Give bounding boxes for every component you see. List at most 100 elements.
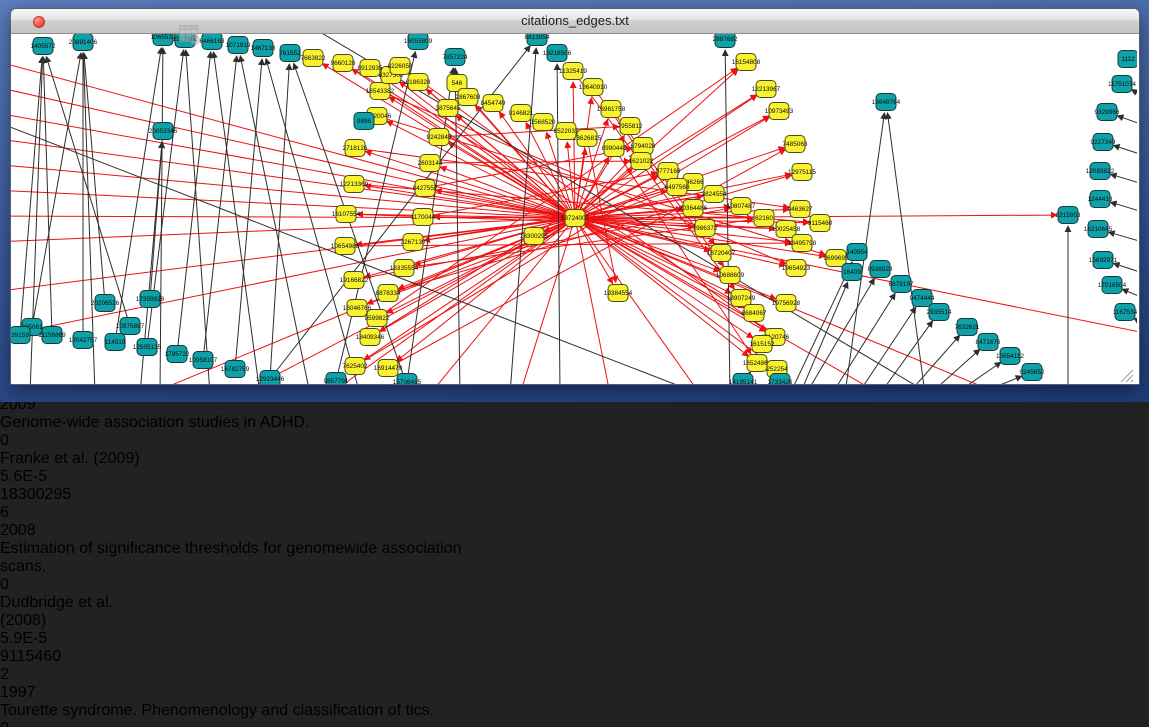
graph-node[interactable]: 12213967 (752, 81, 781, 98)
graph-node[interactable]: 10654112 (996, 348, 1024, 365)
graph-node[interactable]: 7485063 (783, 136, 808, 153)
graph-edge[interactable] (20, 57, 42, 335)
graph-edge[interactable] (1109, 232, 1137, 243)
graph-node[interactable]: 10958107 (189, 352, 218, 369)
graph-node[interactable]: 19218506 (543, 45, 572, 62)
graph-edge[interactable] (235, 59, 262, 369)
graph-node[interactable]: 1112 (1118, 51, 1137, 68)
graph-node[interactable]: 9227349 (1091, 134, 1116, 151)
graph-node[interactable]: 2887682 (713, 34, 738, 48)
graph-edge[interactable] (294, 63, 410, 384)
graph-node[interactable]: 1615152 (750, 336, 775, 353)
graph-node[interactable]: 20206526 (91, 295, 120, 312)
graph-node[interactable]: 8522037 (554, 123, 579, 140)
graph-node[interactable]: 20891406 (69, 34, 98, 51)
graph-edge[interactable] (790, 262, 852, 384)
graph-node[interactable]: 20364486 (679, 200, 708, 217)
table-cell[interactable]: 2008 (0, 522, 75, 540)
graph-node[interactable]: 9245652 (1020, 364, 1045, 381)
graph-node[interactable]: 6794028 (631, 138, 656, 155)
graph-edge[interactable] (887, 113, 925, 384)
table-row[interactable]: 1830029562008Estimation of significance … (0, 486, 1149, 648)
graph-node[interactable]: 12093822 (1086, 163, 1115, 180)
graph-node[interactable]: 761552 (279, 45, 301, 62)
graph-node[interactable]: 8186328 (406, 74, 431, 91)
graph-node[interactable]: 12213369 (340, 176, 369, 193)
graph-node[interactable]: 8427552 (413, 180, 438, 197)
graph-edge[interactable] (1113, 145, 1137, 156)
graph-node[interactable]: 7663822 (301, 50, 326, 67)
graph-edge[interactable] (573, 82, 575, 218)
graph-edge[interactable] (858, 307, 916, 384)
graph-node[interactable]: 62160 (754, 210, 774, 227)
table-cell[interactable]: 1997 (0, 684, 75, 702)
graph-node[interactable]: 10807487 (727, 198, 756, 215)
graph-node[interactable]: 16107554 (332, 206, 361, 223)
graph-node[interactable]: 8226058 (388, 58, 413, 75)
graph-edge[interactable] (1134, 318, 1137, 326)
graph-node[interactable]: 8684067 (742, 305, 767, 322)
graph-edge[interactable] (11, 218, 575, 292)
table-cell[interactable]: 5.9E-5 (0, 630, 94, 648)
graph-node[interactable]: 8938923 (868, 261, 893, 278)
graph-node[interactable]: 1071919 (226, 37, 251, 54)
graph-node[interactable]: 18907249 (727, 290, 756, 307)
graph-edge[interactable] (270, 64, 289, 379)
graph-edge[interactable] (806, 278, 874, 384)
graph-node[interactable]: 1733426 (768, 374, 793, 385)
graph-node[interactable]: 8813054 (525, 34, 550, 46)
network-graph[interactable]: 1872400718300295193845541132541918640910… (11, 34, 1137, 384)
graph-node[interactable]: 16648784 (872, 94, 901, 111)
graph-node[interactable]: 16782759 (221, 361, 250, 378)
table-cell[interactable]: 2 (0, 666, 94, 684)
table-row[interactable]: 911546021997Tourette syndrome. Phenomeno… (0, 648, 1149, 727)
table-cell[interactable]: Franke et al. (2009) (0, 450, 158, 468)
graph-node[interactable]: 16154808 (732, 54, 761, 71)
graph-node[interactable]: 8215953 (1056, 207, 1081, 224)
graph-node[interactable]: 6879197 (889, 276, 914, 293)
graph-node[interactable]: 8878334 (376, 285, 401, 302)
graph-node[interactable]: 18640910 (579, 79, 608, 96)
graph-node[interactable]: 2718126 (343, 140, 368, 157)
graph-node[interactable]: 19756928 (772, 295, 801, 312)
graph-edge[interactable] (213, 52, 260, 384)
table-cell[interactable]: 9115460 (0, 648, 90, 666)
graph-node[interactable]: 1405572 (31, 38, 56, 55)
graph-node[interactable]: 10973493 (765, 103, 794, 120)
graph-node[interactable]: 9660128 (331, 55, 356, 72)
graph-edge[interactable] (930, 349, 980, 384)
table-cell[interactable]: Genome-wide association studies in ADHD. (0, 414, 499, 432)
graph-node[interactable]: 2603144 (418, 155, 443, 172)
graph-edge[interactable] (415, 218, 575, 265)
graph-edge[interactable] (11, 138, 575, 218)
graph-node[interactable]: 18495798 (788, 235, 817, 252)
graph-edge[interactable] (1117, 116, 1137, 126)
graph-node[interactable]: 16335554 (390, 260, 419, 277)
table-cell[interactable]: 6 (0, 504, 94, 522)
graph-node[interactable]: 19166822 (340, 272, 369, 289)
graph-node[interactable]: 7955812 (618, 118, 643, 135)
graph-node[interactable]: 9857791 (324, 373, 349, 385)
graph-edge[interactable] (1111, 202, 1137, 213)
graph-node[interactable]: 7625402 (343, 358, 368, 375)
table-cell[interactable]: 0 (0, 720, 70, 727)
graph-node[interactable]: 16210645 (1084, 221, 1113, 238)
graph-node[interactable]: 1568520 (531, 114, 556, 131)
graph-node[interactable]: 15692971 (1089, 252, 1118, 269)
graph-node[interactable]: 3267130 (401, 234, 426, 251)
network-canvas[interactable]: 1872400718300295193845541132541918640910… (11, 34, 1139, 389)
graph-node[interactable]: 18720407 (707, 245, 736, 262)
graph-node[interactable]: 9115460 (808, 215, 833, 232)
table-cell[interactable]: Dudbridge et al. (2008) (0, 594, 158, 630)
graph-edge[interactable] (1122, 289, 1137, 299)
graph-node[interactable]: 3875645 (436, 100, 461, 117)
graph-node[interactable]: 140954 (846, 244, 868, 261)
graph-node[interactable]: 2935514 (927, 304, 952, 321)
graph-node[interactable]: 11156869 (38, 327, 66, 344)
graph-node[interactable]: 9329966 (1095, 104, 1120, 121)
graph-node[interactable]: 1170044 (411, 209, 436, 226)
graph-node[interactable]: 16409 (842, 264, 862, 281)
graph-node[interactable]: 8990448 (602, 140, 627, 157)
graph-node[interactable]: 39159 (11, 327, 30, 344)
graph-node[interactable]: 8454749 (481, 95, 506, 112)
